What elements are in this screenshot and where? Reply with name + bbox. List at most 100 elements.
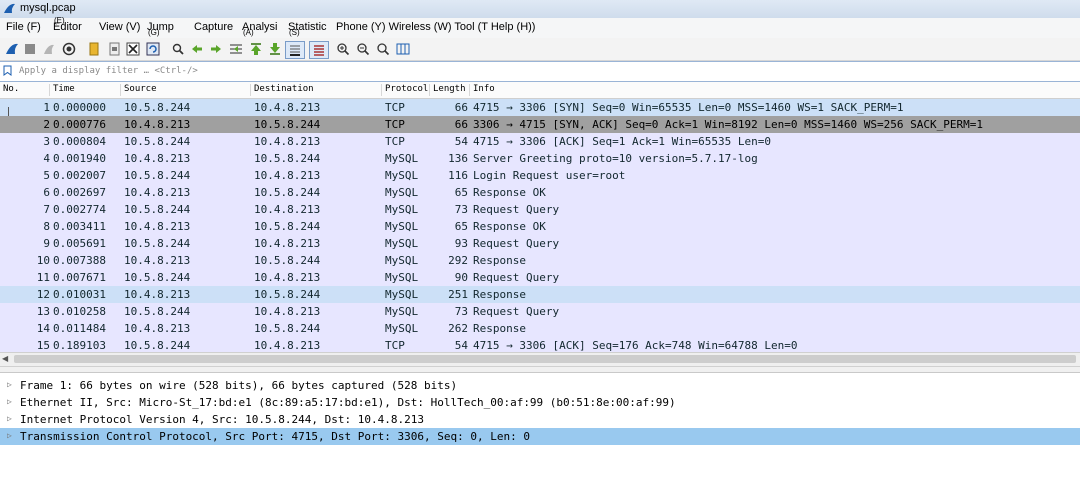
- packet-source: 10.5.8.244: [124, 203, 191, 216]
- packet-row[interactable]: 11 0.007671 10.5.8.244 10.4.8.213 MySQL 90 Req…: [0, 269, 1080, 286]
- packet-time: 0.003411: [53, 220, 106, 233]
- packet-row[interactable]: 14 0.011484 10.4.8.213 10.5.8.244 MySQL 262 Re…: [0, 320, 1080, 337]
- bookmark-icon[interactable]: [3, 65, 12, 76]
- packet-info: Response: [473, 322, 526, 335]
- column-header-info[interactable]: Info: [470, 84, 1080, 96]
- capture-options-icon[interactable]: [61, 41, 77, 57]
- packet-destination: 10.4.8.213: [254, 169, 321, 182]
- packet-no: 11: [36, 271, 50, 284]
- detail-tree-item[interactable]: ▷ Internet Protocol Version 4, Src: 10.5.…: [0, 411, 1080, 428]
- menu-view[interactable]: View (V): [99, 21, 140, 33]
- column-header-destination[interactable]: Destination: [251, 84, 382, 96]
- packet-length: 66: [454, 101, 468, 114]
- detail-tree-item[interactable]: ▷ Transmission Control Protocol, Src Port…: [0, 428, 1080, 445]
- resize-columns-icon[interactable]: [395, 41, 411, 57]
- auto-scroll-icon[interactable]: [285, 41, 305, 59]
- packet-list-scrollbar[interactable]: ◀: [0, 352, 1080, 367]
- packet-info: 3306 → 4715 [SYN, ACK] Seq=0 Ack=1 Win=8…: [473, 118, 983, 131]
- window-title: mysql.pcap: [20, 2, 76, 14]
- packet-time: 0.007671: [53, 271, 106, 284]
- menu-capture[interactable]: Capture: [194, 21, 233, 33]
- packet-source: 10.5.8.244: [124, 237, 191, 250]
- expand-arrow-icon[interactable]: ▷: [7, 431, 12, 440]
- packet-row[interactable]: 13 0.010258 10.5.8.244 10.4.8.213 MySQL 73 Req…: [0, 303, 1080, 320]
- packet-protocol: TCP: [385, 118, 405, 131]
- packet-info: Server Greeting proto=10 version=5.7.17-…: [473, 152, 758, 165]
- expand-arrow-icon[interactable]: ▷: [7, 380, 12, 389]
- packet-no: 7: [43, 203, 50, 216]
- packet-destination: 10.5.8.244: [254, 322, 321, 335]
- stop-icon[interactable]: [22, 41, 38, 57]
- packet-row[interactable]: 2 0.000776 10.4.8.213 10.5.8.244 TCP 66 3306 →…: [0, 116, 1080, 133]
- scroll-left-icon[interactable]: ◀: [2, 354, 8, 363]
- close-file-icon[interactable]: [125, 41, 141, 57]
- normal-size-icon[interactable]: [375, 41, 391, 57]
- open-folder-icon[interactable]: [86, 41, 102, 57]
- packet-time: 0.007388: [53, 254, 106, 267]
- detail-tree-item[interactable]: ▷ Ethernet II, Src: Micro-St_17:bd:e1 (8c…: [0, 394, 1080, 411]
- packet-source: 10.5.8.244: [124, 101, 191, 114]
- restart-icon[interactable]: [41, 41, 57, 57]
- packet-row[interactable]: 3 0.000804 10.5.8.244 10.4.8.213 TCP 54 4715 →…: [0, 133, 1080, 150]
- packet-destination: 10.4.8.213: [254, 271, 321, 284]
- packet-protocol: MySQL: [385, 322, 419, 335]
- go-back-icon[interactable]: [189, 41, 205, 57]
- expand-arrow-icon[interactable]: ▷: [7, 414, 12, 423]
- packet-time: 0.000776: [53, 118, 106, 131]
- reload-icon[interactable]: [145, 41, 161, 57]
- menu-file[interactable]: File (F): [6, 21, 41, 33]
- detail-tree-item[interactable]: ▷ Frame 1: 66 bytes on wire (528 bits), 6…: [0, 377, 1080, 394]
- column-header-source[interactable]: Source: [121, 84, 251, 96]
- shark-fin-icon[interactable]: [4, 41, 20, 57]
- scrollbar-thumb[interactable]: [14, 355, 1076, 363]
- packet-info: 4715 → 3306 [ACK] Seq=1 Ack=1 Win=65535 …: [473, 135, 772, 148]
- packet-source: 10.5.8.244: [124, 305, 191, 318]
- display-filter-bar: [0, 61, 1080, 82]
- packet-source: 10.4.8.213: [124, 220, 191, 233]
- packet-time: 0.010031: [53, 288, 106, 301]
- packet-row[interactable]: 7 0.002774 10.5.8.244 10.4.8.213 MySQL 73 Requ…: [0, 201, 1080, 218]
- first-packet-icon[interactable]: [248, 41, 264, 57]
- display-filter-input[interactable]: [16, 63, 1080, 79]
- column-header-no[interactable]: No.: [0, 84, 50, 96]
- packet-row[interactable]: 6 0.002697 10.4.8.213 10.5.8.244 MySQL 65 Resp…: [0, 184, 1080, 201]
- packet-row[interactable]: 10 0.007388 10.4.8.213 10.5.8.244 MySQL 292 Re…: [0, 252, 1080, 269]
- packet-row[interactable]: 5 0.002007 10.5.8.244 10.4.8.213 MySQL 116 Log…: [0, 167, 1080, 184]
- packet-length: 136: [448, 152, 468, 165]
- zoom-in-icon[interactable]: [335, 41, 351, 57]
- go-to-packet-icon[interactable]: [228, 41, 244, 57]
- packet-length: 65: [454, 220, 468, 233]
- packet-list-header: No. Time Source Destination Protocol Len…: [0, 82, 1080, 99]
- packet-row[interactable]: 1 0.000000 10.5.8.244 10.4.8.213 TCP 66 4715 →…: [0, 99, 1080, 116]
- column-header-protocol[interactable]: Protocol: [382, 84, 430, 96]
- packet-protocol: TCP: [385, 135, 405, 148]
- packet-time: 0.000000: [53, 101, 106, 114]
- packet-row[interactable]: 12 0.010031 10.4.8.213 10.5.8.244 MySQL 251 Re…: [0, 286, 1080, 303]
- last-packet-icon[interactable]: [267, 41, 283, 57]
- packet-length: 292: [448, 254, 468, 267]
- packet-protocol: MySQL: [385, 237, 419, 250]
- colorize-icon[interactable]: [309, 41, 329, 59]
- packet-row[interactable]: 4 0.001940 10.4.8.213 10.5.8.244 MySQL 136 Ser…: [0, 150, 1080, 167]
- zoom-out-icon[interactable]: [355, 41, 371, 57]
- packet-info: Login Request user=root: [473, 169, 626, 182]
- packet-row[interactable]: 8 0.003411 10.4.8.213 10.5.8.244 MySQL 65 Resp…: [0, 218, 1080, 235]
- packet-row[interactable]: 9 0.005691 10.5.8.244 10.4.8.213 MySQL 93 Requ…: [0, 235, 1080, 252]
- column-header-time[interactable]: Time: [50, 84, 121, 96]
- packet-info: Response: [473, 254, 526, 267]
- packet-protocol: MySQL: [385, 305, 419, 318]
- packet-destination: 10.4.8.213: [254, 101, 321, 114]
- column-header-length[interactable]: Length: [430, 84, 470, 96]
- packet-destination: 10.4.8.213: [254, 237, 321, 250]
- packet-no: 5: [43, 169, 50, 182]
- packet-destination: 10.4.8.213: [254, 135, 321, 148]
- menu-analyze-shortcut: (A): [243, 28, 254, 37]
- go-forward-icon[interactable]: [208, 41, 224, 57]
- expand-arrow-icon[interactable]: ▷: [7, 397, 12, 406]
- detail-text: Transmission Control Protocol, Src Port:…: [20, 430, 530, 443]
- file-icon[interactable]: [106, 41, 122, 57]
- packet-destination: 10.4.8.213: [254, 305, 321, 318]
- wireshark-fin-icon: [4, 3, 15, 13]
- find-icon[interactable]: [170, 41, 186, 57]
- menu-phone-wireless-tool-help[interactable]: Phone (Y) Wireless (W) Tool (T Help (H)): [336, 21, 535, 33]
